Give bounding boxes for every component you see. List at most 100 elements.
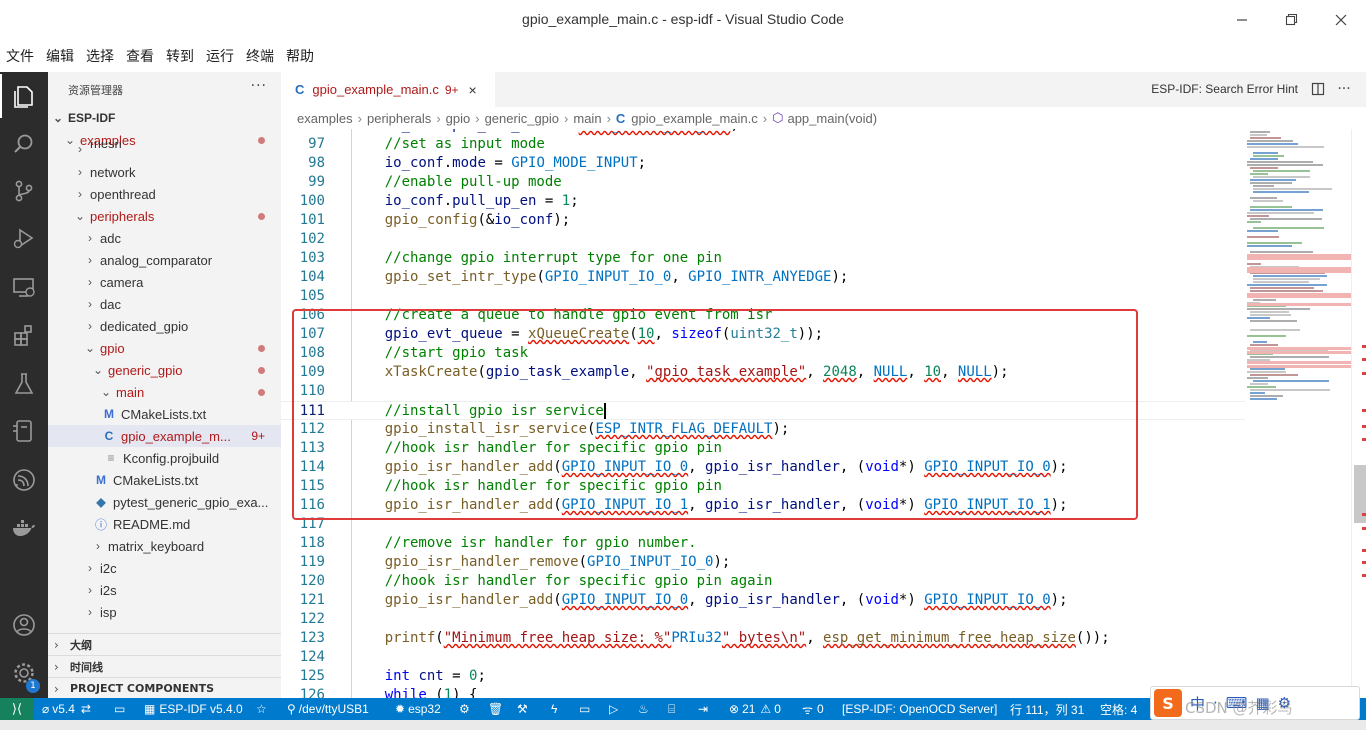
minimize-icon[interactable] [1230,8,1254,32]
explorer-icon[interactable] [0,74,48,118]
tab-gpio-example-main[interactable]: C gpio_example_main.c 9+ × [281,72,495,107]
extensions-icon[interactable] [0,314,48,358]
folder-network[interactable]: › network [48,161,281,183]
file-readme[interactable]: ⓘ README.md [48,513,281,535]
folder-mesh[interactable]: › mesh [48,142,281,156]
terminal-icon[interactable]: ⌸ [668,698,675,720]
breadcrumb-item[interactable]: app_main(void) [787,111,877,126]
more-actions-icon[interactable]: ··· [1335,80,1353,98]
problems-item[interactable]: ⊗ 21 ⚠ 0 [729,698,781,720]
folder-i2c[interactable]: › i2c [48,557,281,579]
folder-adc[interactable]: › adc [48,227,281,249]
remote-icon[interactable]: ⟩⟨ [0,698,34,720]
breadcrumb-item[interactable]: examples [297,111,353,126]
settings-icon[interactable]: ⚙ [459,698,470,720]
account-icon[interactable] [0,603,48,647]
folder-i2s[interactable]: › i2s [48,579,281,601]
flame-icon[interactable]: ♨ [638,698,649,720]
folder-dedicated-gpio[interactable]: › dedicated_gpio [48,315,281,337]
menu-run[interactable]: 运行 [206,46,234,66]
code-line[interactable]: 119 gpio_isr_handler_remove(GPIO_INPUT_I… [281,553,1245,572]
code-line[interactable]: 123 printf("Minimum free heap size: %"PR… [281,629,1245,648]
file-cmakelists[interactable]: M CMakeLists.txt [48,469,281,491]
gear-icon[interactable]: 1 [0,651,48,695]
esp-idf-icon[interactable] [0,409,48,453]
code-line[interactable]: 99 //enable pull-up mode [281,173,1245,192]
breadcrumb-item[interactable]: peripherals [367,111,431,126]
split-editor-icon[interactable] [1309,80,1327,98]
run-debug-icon[interactable] [0,216,48,260]
folder-matrix-keyboard[interactable]: › matrix_keyboard [48,535,281,557]
code-line[interactable]: 126 while (1) { [281,686,1245,698]
code-line[interactable]: 118 //remove isr handler for gpio number… [281,534,1245,553]
workspace-root[interactable]: ⌄ ESP-IDF [48,107,281,129]
breadcrumb-item[interactable]: main [573,111,601,126]
ports-item[interactable]: ᯤ0 [802,698,824,720]
tab-close-icon[interactable]: × [469,82,477,98]
testing-icon[interactable] [0,362,48,406]
minimap[interactable] [1245,129,1351,698]
menu-file[interactable]: 文件 [6,46,34,66]
idf-version-item[interactable]: ⌀ v5.4 ⇄ [42,698,91,720]
menu-terminal[interactable]: 终端 [246,46,274,66]
run-task-icon[interactable]: ⇥ [698,698,708,720]
folder-peripherals[interactable]: ⌄ peripherals [48,205,281,227]
code-line[interactable]: 105 [281,287,1245,306]
cursor-position[interactable]: 行 111，列 31 [1010,698,1084,720]
docker-icon[interactable] [0,506,48,550]
openocd-item[interactable]: [ESP-IDF: OpenOCD Server] [842,698,997,720]
flash-icon[interactable]: ϟ [551,698,557,720]
folder-main[interactable]: ⌄ main [48,381,281,403]
target-item[interactable]: ✹ esp32 [395,698,441,720]
code-line[interactable]: 125 int cnt = 0; [281,667,1245,686]
folder-generic-gpio[interactable]: ⌄ generic_gpio [48,359,281,381]
build-icon[interactable]: ⚒ [517,698,528,720]
folder-icon[interactable]: ▭ [114,698,125,720]
section-timeline[interactable]: › 时间线 [48,655,281,677]
search-icon[interactable] [0,122,48,166]
code-line[interactable]: 102 [281,230,1245,249]
menu-go[interactable]: 转到 [166,46,194,66]
menu-edit[interactable]: 编辑 [46,46,74,66]
sogou-logo[interactable]: S [1154,689,1182,717]
menu-help[interactable]: 帮助 [286,46,314,66]
file-cmakelists-main[interactable]: M CMakeLists.txt [48,403,281,425]
remote-explorer-icon[interactable] [0,265,48,309]
file-gpio-example-main[interactable]: Cgpio_example_m... 9+ [48,425,281,447]
code-line[interactable]: 104 gpio_set_intr_type(GPIO_INPUT_IO_0, … [281,268,1245,287]
folder-openthread[interactable]: › openthread [48,183,281,205]
folder-dac[interactable]: › dac [48,293,281,315]
section-project-components[interactable]: › PROJECT COMPONENTS [48,677,281,698]
file-kconfig[interactable]: ≡ Kconfig.projbuild [48,447,281,469]
section-outline[interactable]: › 大纲 [48,633,281,655]
esp-idf-item[interactable]: ▦ ESP-IDF v5.4.0 [144,698,243,720]
star-icon[interactable]: ☆ [256,698,267,720]
folder-analog-comparator[interactable]: › analog_comparator [48,249,281,271]
code-line[interactable]: 122 [281,610,1245,629]
folder-isp[interactable]: › isp [48,601,281,623]
more-actions-icon[interactable]: ··· [251,78,267,94]
maximize-icon[interactable] [1279,8,1303,32]
code-line[interactable]: 121 gpio_isr_handler_add(GPIO_INPUT_IO_0… [281,591,1245,610]
code-line[interactable]: 101 gpio_config(&io_conf); [281,211,1245,230]
code-line[interactable]: 103 //change gpio interrupt type for one… [281,249,1245,268]
port-item[interactable]: ⚲/dev/ttyUSB1 [287,698,369,720]
close-icon[interactable] [1329,8,1353,32]
debug-icon[interactable]: ▷ [609,698,618,720]
indentation[interactable]: 空格: 4 [1100,698,1137,720]
code-line[interactable]: 124 [281,648,1245,667]
code-line[interactable]: 97 //set as input mode [281,135,1245,154]
vertical-scrollbar[interactable] [1351,129,1366,698]
breadcrumb-item[interactable]: gpio_example_main.c [631,111,757,126]
espressif-icon[interactable] [0,458,48,502]
code-line[interactable]: 120 //hook isr handler for specific gpio… [281,572,1245,591]
menu-view[interactable]: 查看 [126,46,154,66]
breadcrumb-item[interactable]: gpio [446,111,471,126]
breadcrumb-item[interactable]: generic_gpio [485,111,559,126]
code-line[interactable]: 98 io_conf.mode = GPIO_MODE_INPUT; [281,154,1245,173]
trash-icon[interactable]: 🗑 [488,698,503,720]
folder-gpio[interactable]: ⌄ gpio [48,337,281,359]
menu-selection[interactable]: 选择 [86,46,114,66]
monitor-icon[interactable]: ▭ [579,698,590,720]
source-control-icon[interactable] [0,169,48,213]
